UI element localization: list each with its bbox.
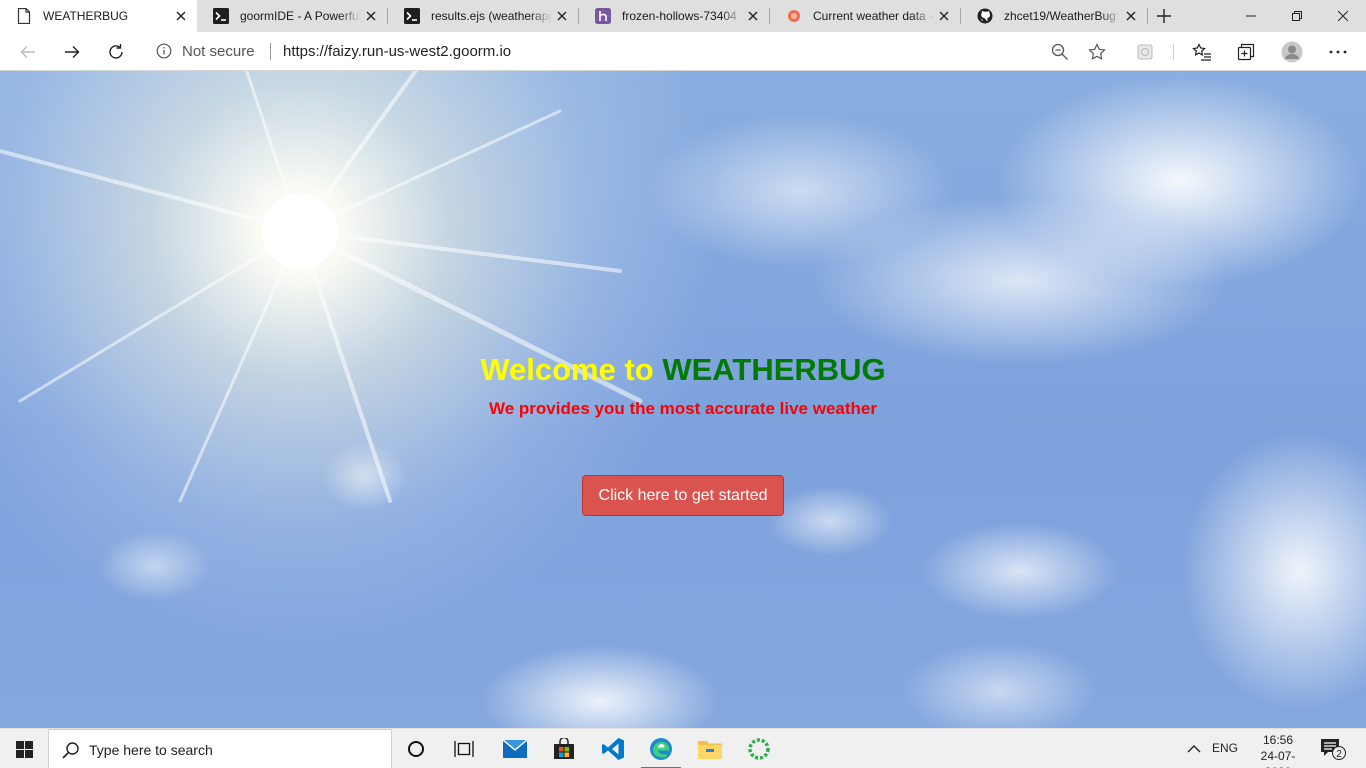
clock-time: 16:56: [1262, 733, 1294, 747]
tab-github[interactable]: zhcet19/WeatherBug: A: [961, 0, 1147, 32]
collections-icon: [1237, 43, 1255, 61]
close-icon[interactable]: [743, 6, 763, 26]
zoom-icon[interactable]: [1051, 43, 1069, 61]
github-icon: [977, 8, 993, 24]
store-icon: [554, 738, 574, 759]
forward-button[interactable]: [56, 36, 88, 68]
heroku-icon: [595, 8, 611, 24]
task-view-icon: [454, 741, 474, 757]
page-icon: [16, 8, 32, 24]
toolbar-separator: [1173, 44, 1174, 60]
chevron-up-icon[interactable]: [1185, 740, 1203, 758]
close-icon[interactable]: [361, 6, 381, 26]
close-window-button[interactable]: [1320, 0, 1366, 32]
info-icon[interactable]: [156, 43, 172, 59]
taskbar-search[interactable]: Type here to search: [48, 729, 392, 768]
close-icon: [1338, 11, 1348, 21]
minimize-icon: [1246, 15, 1256, 17]
edge-app-button[interactable]: [637, 729, 685, 768]
address-divider: [270, 43, 271, 60]
terminal-icon: [404, 8, 420, 24]
vscode-icon: [602, 738, 624, 760]
restore-button[interactable]: [1274, 0, 1320, 32]
tab-strip: WEATHERBUG goormIDE - A Powerful results…: [0, 0, 1366, 32]
refresh-icon: [109, 44, 123, 59]
mail-icon: [503, 740, 527, 758]
minimize-button[interactable]: [1228, 0, 1274, 32]
page-subtitle: We provides you the most accurate live w…: [489, 399, 877, 418]
page-title: Welcome to WEATHERBUG: [0, 352, 1366, 388]
browser-toolbar: Not secure https://faizy.run-us-west2.go…: [0, 32, 1366, 71]
tab-results-ejs[interactable]: results.ejs (weatherapp): [388, 0, 578, 32]
extension-icon: [1137, 44, 1153, 60]
forward-arrow-icon: [65, 46, 80, 58]
task-view-button[interactable]: [440, 729, 488, 768]
url-text[interactable]: https://faizy.run-us-west2.goorm.io: [283, 43, 511, 60]
tab-current-weather[interactable]: Current weather data -: [770, 0, 960, 32]
extension-button[interactable]: [1134, 41, 1156, 63]
terminal-icon: [213, 8, 229, 24]
cortana-icon: [408, 741, 424, 757]
windows-taskbar: Type here to search ENG 16:56 24-07-2020…: [0, 728, 1366, 768]
security-label[interactable]: Not secure: [182, 43, 255, 60]
close-icon[interactable]: [934, 6, 954, 26]
page-viewport: Welcome to WEATHERBUG We provides you th…: [0, 71, 1366, 728]
clock-date: 24-07-2020: [1260, 749, 1296, 768]
file-explorer-icon: [698, 741, 722, 759]
close-icon[interactable]: [552, 6, 572, 26]
search-placeholder: Type here to search: [89, 742, 213, 758]
tab-separator: [1147, 8, 1148, 24]
back-arrow-icon: [20, 46, 35, 58]
restore-icon: [1292, 11, 1302, 21]
tab-goormide[interactable]: goormIDE - A Powerful: [197, 0, 387, 32]
tab-title: zhcet19/WeatherBug: A: [1004, 9, 1121, 23]
get-started-button[interactable]: Click here to get started: [582, 475, 784, 516]
favorites-list-icon: [1192, 43, 1211, 61]
brand-name: WEATHERBUG: [662, 352, 886, 387]
back-button[interactable]: [12, 36, 44, 68]
file-explorer-app-button[interactable]: [686, 729, 734, 768]
notification-count: 2: [1336, 749, 1342, 760]
notification-icon: 2: [1321, 739, 1346, 760]
vscode-app-button[interactable]: [589, 729, 637, 768]
start-button[interactable]: [0, 729, 48, 768]
tab-title: goormIDE - A Powerful: [240, 9, 361, 23]
avatar-icon: [1281, 41, 1303, 63]
openweather-icon: [786, 8, 802, 24]
favorites-button[interactable]: [1191, 41, 1213, 63]
ring-app-button[interactable]: [735, 729, 783, 768]
tab-title: results.ejs (weatherapp): [431, 9, 552, 23]
tab-title: WEATHERBUG: [43, 9, 129, 23]
plus-icon: [1157, 9, 1171, 23]
mail-app-button[interactable]: [491, 729, 539, 768]
store-app-button[interactable]: [540, 729, 588, 768]
clock[interactable]: 16:56 24-07-2020: [1248, 732, 1308, 768]
profile-button[interactable]: [1281, 41, 1303, 63]
ring-app-icon: [748, 738, 770, 760]
edge-icon: [650, 738, 672, 760]
tab-frozen-hollows[interactable]: frozen-hollows-73404: [579, 0, 769, 32]
favorite-star-icon[interactable]: [1088, 43, 1106, 61]
close-icon[interactable]: [171, 6, 191, 26]
tab-weatherbug[interactable]: WEATHERBUG: [0, 0, 197, 32]
settings-menu-button[interactable]: [1327, 41, 1349, 63]
action-center-button[interactable]: 2: [1320, 737, 1346, 761]
cortana-button[interactable]: [392, 729, 440, 768]
tab-title: frozen-hollows-73404: [622, 9, 737, 23]
search-icon: [62, 742, 79, 759]
language-indicator[interactable]: ENG: [1212, 741, 1238, 755]
address-bar[interactable]: Not secure https://faizy.run-us-west2.go…: [144, 36, 1118, 67]
collections-button[interactable]: [1235, 41, 1257, 63]
refresh-button[interactable]: [100, 36, 132, 68]
new-tab-button[interactable]: [1152, 4, 1176, 28]
close-icon[interactable]: [1121, 6, 1141, 26]
more-icon: [1329, 50, 1347, 54]
tab-title: Current weather data -: [813, 9, 934, 23]
windows-logo-icon: [15, 740, 33, 758]
welcome-text: Welcome to: [480, 352, 663, 387]
